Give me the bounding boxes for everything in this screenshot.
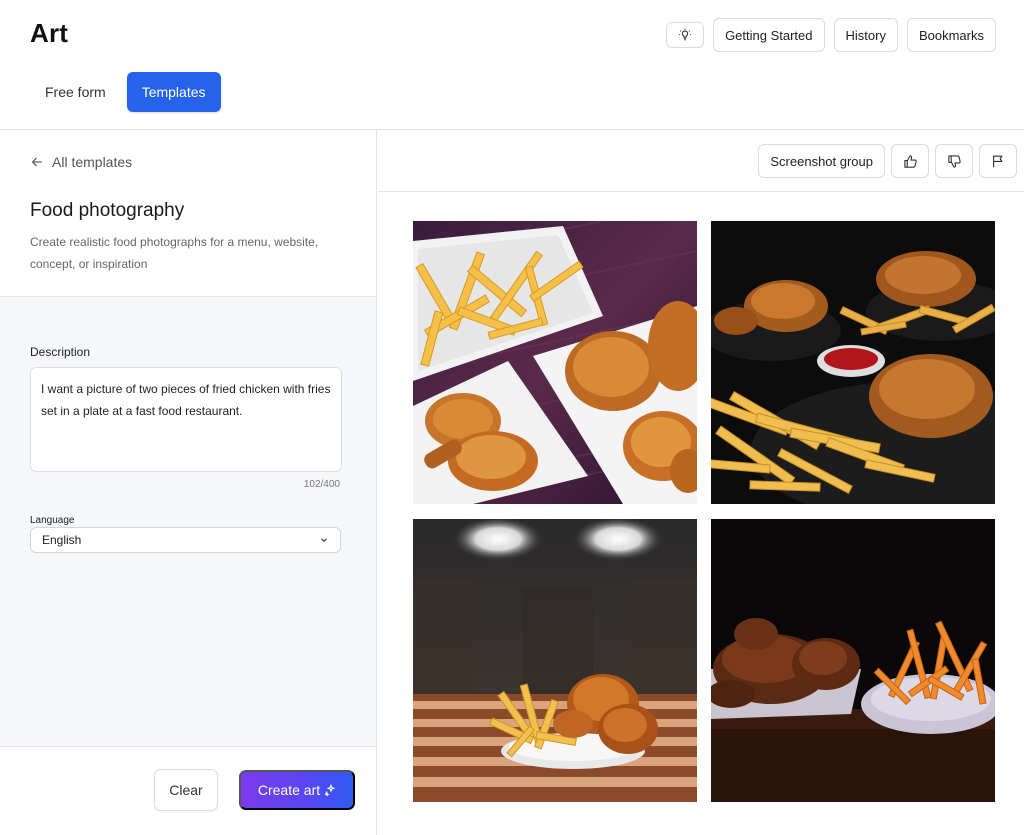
history-button[interactable]: History [833, 18, 898, 52]
fried-chicken-counter-image [413, 519, 697, 802]
thumbs-up-button[interactable] [891, 144, 929, 178]
tab-templates[interactable]: Templates [126, 72, 221, 112]
getting-started-button[interactable]: Getting Started [713, 18, 825, 52]
create-art-label: Create art [257, 782, 321, 798]
form-actions: Clear Create art [0, 747, 376, 835]
chevron-down-icon [321, 538, 327, 543]
lightbulb-icon [678, 28, 692, 41]
fried-chicken-dark-table-image [711, 519, 995, 802]
back-link-label: All templates [52, 154, 133, 170]
app-header: Art Getting Started History Bookmarks Fr… [0, 0, 1024, 130]
all-templates-link[interactable]: All templates [30, 154, 132, 170]
result-image-1[interactable] [413, 221, 697, 504]
app-title: Art [30, 18, 69, 48]
flag-icon [993, 155, 1003, 168]
result-image-4[interactable] [711, 519, 995, 802]
description-label: Description [30, 345, 91, 359]
fried-chicken-plates-image [413, 221, 697, 504]
results-actions: Screenshot group [758, 144, 1017, 178]
sparkle-icon [324, 784, 336, 796]
clear-button[interactable]: Clear [154, 769, 218, 811]
language-label: Language [30, 515, 75, 526]
character-counter: 102/400 [303, 479, 340, 490]
create-art-button[interactable]: Create art [239, 770, 355, 810]
result-image-3[interactable] [413, 519, 697, 802]
thumbs-down-button[interactable] [935, 144, 973, 178]
bookmarks-button[interactable]: Bookmarks [906, 18, 996, 52]
results-toolbar: Screenshot group [378, 130, 1024, 192]
screenshot-group-button[interactable]: Screenshot group [758, 144, 885, 178]
fried-chicken-dark-image [711, 221, 995, 504]
arrow-left-icon [31, 157, 42, 167]
result-gallery [413, 221, 995, 802]
flag-button[interactable] [979, 144, 1017, 178]
tab-free-form[interactable]: Free form [30, 72, 121, 112]
thumbs-down-icon [947, 154, 961, 168]
mode-tabs: Free form Templates [30, 72, 221, 112]
tips-button[interactable] [666, 22, 705, 48]
template-description: Create realistic food photographs for a … [30, 235, 319, 271]
thumbs-up-icon [903, 154, 917, 168]
template-sidebar: All templates Food photography Create re… [0, 130, 377, 835]
header-actions: Getting Started History Bookmarks [666, 18, 996, 52]
language-value: English [42, 533, 82, 547]
template-form: Description I want a picture of two piec… [0, 296, 376, 747]
template-title: Food photography [30, 200, 185, 221]
language-select[interactable]: English [30, 527, 341, 553]
description-textarea[interactable]: I want a picture of two pieces of fried … [30, 367, 342, 472]
result-image-2[interactable] [711, 221, 995, 504]
